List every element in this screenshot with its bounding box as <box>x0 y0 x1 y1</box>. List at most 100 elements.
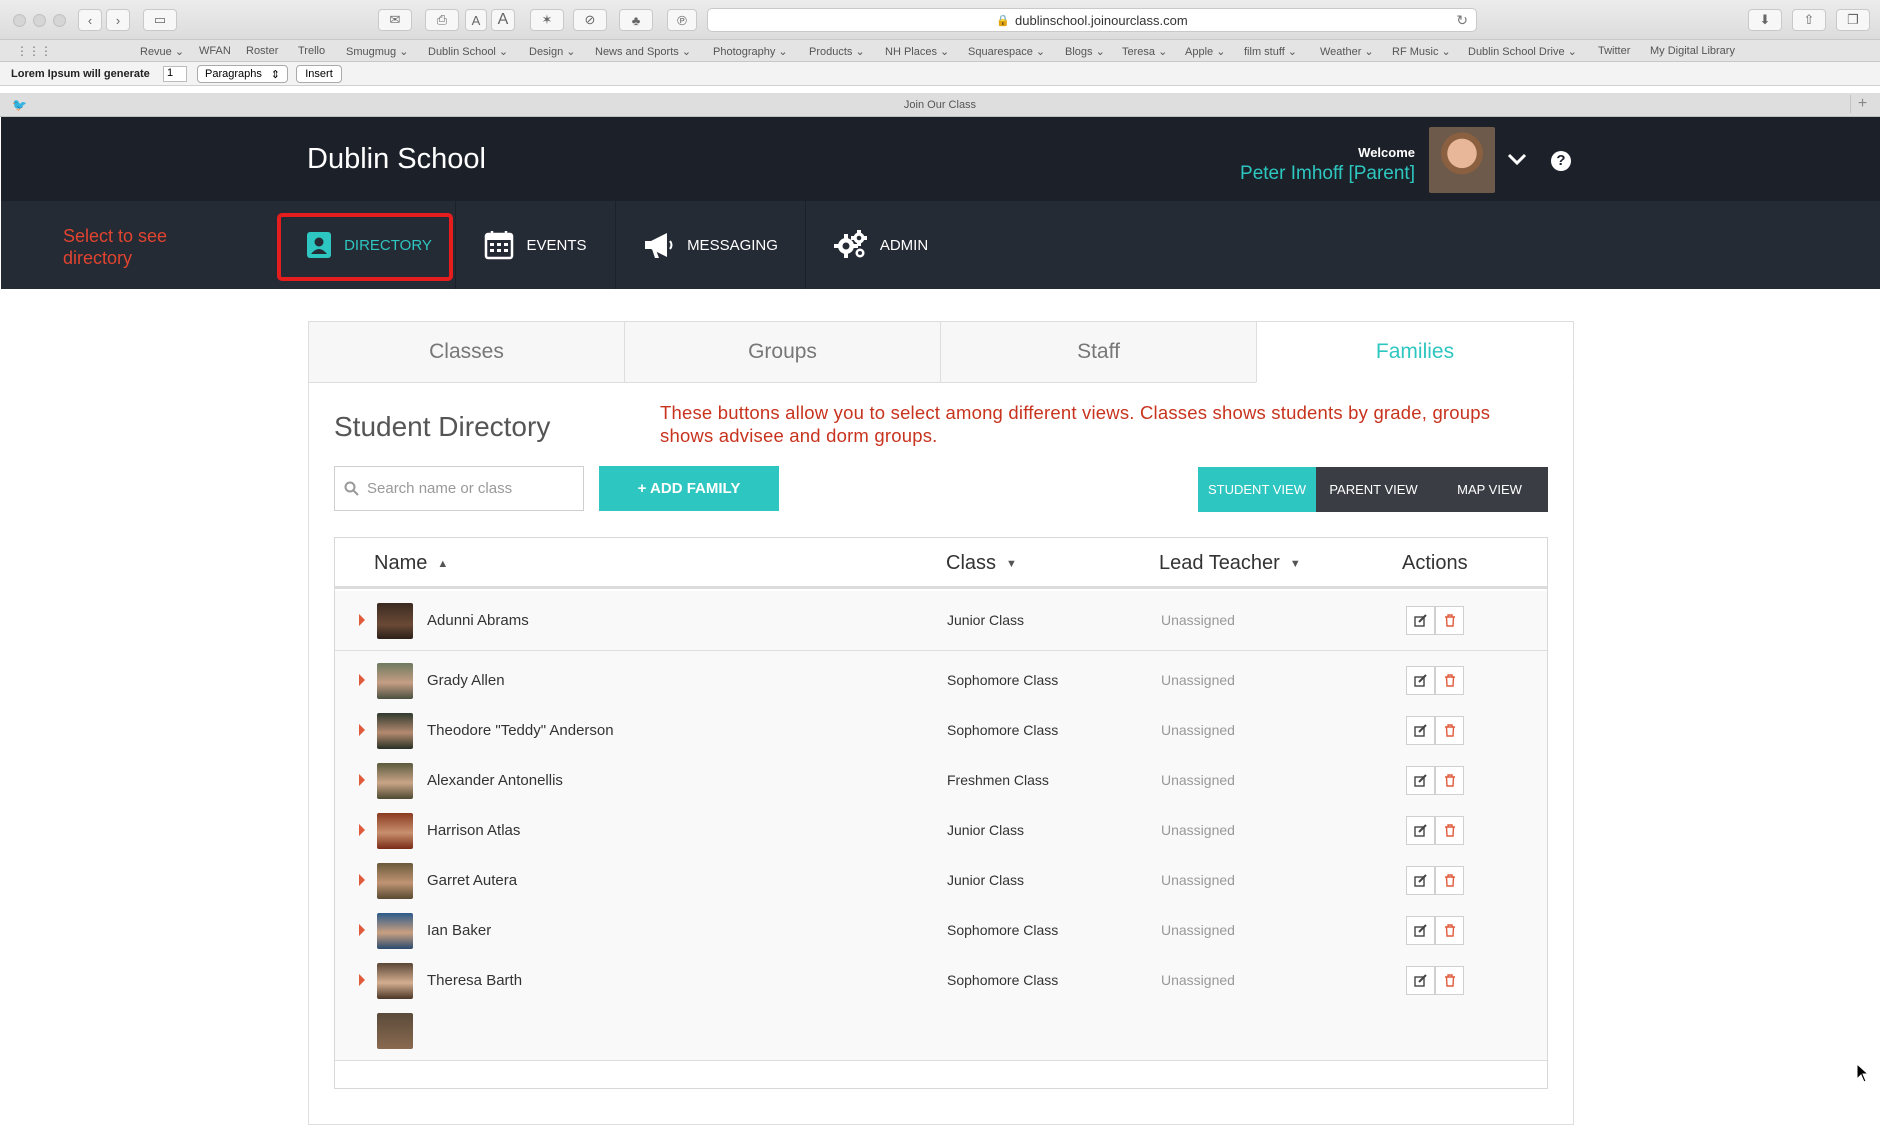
search-input[interactable]: Search name or class <box>334 466 584 511</box>
bookmark-item[interactable]: Photography ⌄ <box>713 45 788 58</box>
bookmark-item[interactable]: Teresa ⌄ <box>1122 45 1167 58</box>
zoom-window-button[interactable] <box>53 14 66 27</box>
expand-caret-icon[interactable] <box>359 824 365 836</box>
tab-title[interactable]: Join Our Class <box>0 99 1880 111</box>
address-bar[interactable]: 🔒 dublinschool.joinourclass.com ↻ <box>707 8 1477 32</box>
column-header-lead-teacher[interactable]: Lead Teacher ▼ <box>1159 552 1301 575</box>
edit-button[interactable] <box>1406 866 1435 895</box>
grid-icon[interactable]: ⋮⋮⋮ <box>16 44 52 58</box>
nav-events[interactable]: EVENTS <box>456 201 616 289</box>
bookmark-item[interactable]: Trello <box>298 45 325 57</box>
nav-messaging[interactable]: MESSAGING <box>616 201 806 289</box>
bookmark-item[interactable]: film stuff ⌄ <box>1244 45 1297 58</box>
avatar[interactable] <box>1429 127 1495 193</box>
school-name[interactable]: Dublin School <box>307 143 486 176</box>
extension-button-4[interactable]: ℗ <box>667 9 697 31</box>
expand-caret-icon[interactable] <box>359 774 365 786</box>
map-view-button[interactable]: MAP VIEW <box>1431 467 1548 512</box>
table-row[interactable]: Adunni Abrams Junior Class Unassigned <box>335 591 1547 651</box>
student-name[interactable]: Theresa Barth <box>427 972 522 989</box>
edit-button[interactable] <box>1406 666 1435 695</box>
delete-button[interactable] <box>1435 966 1464 995</box>
bookmark-item[interactable]: RF Music ⌄ <box>1392 45 1451 58</box>
sidebar-toggle-button[interactable]: ▭ <box>143 9 177 31</box>
lipsum-unit-select[interactable]: Paragraphs ⇕ <box>197 65 288 83</box>
delete-button[interactable] <box>1435 666 1464 695</box>
delete-button[interactable] <box>1435 866 1464 895</box>
print-button[interactable]: ⎙ <box>425 9 459 31</box>
tab-classes[interactable]: Classes <box>308 321 625 383</box>
extension-button-2[interactable]: ⊘ <box>573 9 607 31</box>
edit-button[interactable] <box>1406 816 1435 845</box>
new-tab-icon[interactable]: + <box>1850 95 1874 113</box>
parent-view-button[interactable]: PARENT VIEW <box>1316 467 1431 512</box>
nav-admin[interactable]: ADMIN <box>806 201 956 289</box>
bookmark-item[interactable]: Smugmug ⌄ <box>346 45 408 58</box>
bookmark-item[interactable]: NH Places ⌄ <box>885 45 949 58</box>
bookmark-item[interactable]: Products ⌄ <box>809 45 865 58</box>
edit-button[interactable] <box>1406 966 1435 995</box>
student-name[interactable]: Adunni Abrams <box>427 612 529 629</box>
chevron-down-icon[interactable] <box>1505 148 1529 172</box>
expand-caret-icon[interactable] <box>359 924 365 936</box>
text-larger-button[interactable]: A <box>491 9 515 31</box>
bookmark-item[interactable]: Squarespace ⌄ <box>968 45 1045 58</box>
bookmark-item[interactable]: Apple ⌄ <box>1185 45 1225 58</box>
delete-button[interactable] <box>1435 916 1464 945</box>
student-view-button[interactable]: STUDENT VIEW <box>1198 467 1316 512</box>
student-name[interactable]: Alexander Antonellis <box>427 772 563 789</box>
add-family-button[interactable]: + ADD FAMILY <box>599 466 779 511</box>
expand-caret-icon[interactable] <box>359 974 365 986</box>
bookmark-item[interactable]: My Digital Library <box>1650 45 1735 57</box>
mail-button[interactable]: ✉ <box>378 9 412 31</box>
tabs-overview-button[interactable]: ❐ <box>1836 9 1870 31</box>
reload-icon[interactable]: ↻ <box>1456 12 1468 29</box>
expand-caret-icon[interactable] <box>359 874 365 886</box>
student-name[interactable]: Garret Autera <box>427 872 517 889</box>
back-button[interactable]: ‹ <box>78 9 102 31</box>
expand-caret-icon[interactable] <box>359 724 365 736</box>
expand-caret-icon[interactable] <box>359 614 365 626</box>
bookmark-item[interactable]: Dublin School Drive ⌄ <box>1468 45 1577 58</box>
column-class-label: Class <box>946 552 997 574</box>
bookmark-item[interactable]: Blogs ⌄ <box>1065 45 1105 58</box>
bookmark-item[interactable]: Design ⌄ <box>529 45 576 58</box>
bookmark-item[interactable]: Revue ⌄ <box>140 45 184 58</box>
student-name[interactable]: Grady Allen <box>427 672 505 689</box>
minimize-window-button[interactable] <box>33 14 46 27</box>
lipsum-count-input[interactable]: 1 <box>163 66 187 82</box>
downloads-button[interactable]: ⬇ <box>1748 9 1782 31</box>
tab-families[interactable]: Families <box>1256 321 1574 383</box>
expand-caret-icon[interactable] <box>359 674 365 686</box>
bookmark-item[interactable]: Twitter <box>1598 45 1630 57</box>
column-header-class[interactable]: Class ▼ <box>946 552 1017 575</box>
share-button[interactable]: ⇧ <box>1792 9 1826 31</box>
delete-button[interactable] <box>1435 816 1464 845</box>
forward-button[interactable]: › <box>106 9 130 31</box>
bookmark-item[interactable]: Dublin School ⌄ <box>428 45 508 58</box>
edit-button[interactable] <box>1406 916 1435 945</box>
bookmark-item[interactable]: Roster <box>246 45 278 57</box>
extension-button-3[interactable]: ♣ <box>619 9 653 31</box>
tab-groups[interactable]: Groups <box>624 321 941 383</box>
edit-button[interactable] <box>1406 766 1435 795</box>
edit-button[interactable] <box>1406 716 1435 745</box>
extension-button-1[interactable]: ✶ <box>530 9 564 31</box>
text-smaller-button[interactable]: A <box>465 9 487 31</box>
column-header-name[interactable]: Name ▲ <box>374 552 448 575</box>
student-name[interactable]: Theodore "Teddy" Anderson <box>427 722 614 739</box>
lipsum-insert-button[interactable]: Insert <box>296 65 342 83</box>
bookmark-item[interactable]: WFAN <box>199 45 231 57</box>
close-window-button[interactable] <box>13 14 26 27</box>
delete-button[interactable] <box>1435 716 1464 745</box>
bookmark-item[interactable]: News and Sports ⌄ <box>595 45 691 58</box>
user-name[interactable]: Peter Imhoff [Parent] <box>1180 163 1415 185</box>
help-icon[interactable]: ? <box>1551 151 1571 171</box>
student-name[interactable]: Harrison Atlas <box>427 822 520 839</box>
student-name[interactable]: Ian Baker <box>427 922 491 939</box>
bookmark-item[interactable]: Weather ⌄ <box>1320 45 1374 58</box>
tab-staff[interactable]: Staff <box>940 321 1257 383</box>
delete-button[interactable] <box>1435 606 1464 635</box>
delete-button[interactable] <box>1435 766 1464 795</box>
edit-button[interactable] <box>1406 606 1435 635</box>
